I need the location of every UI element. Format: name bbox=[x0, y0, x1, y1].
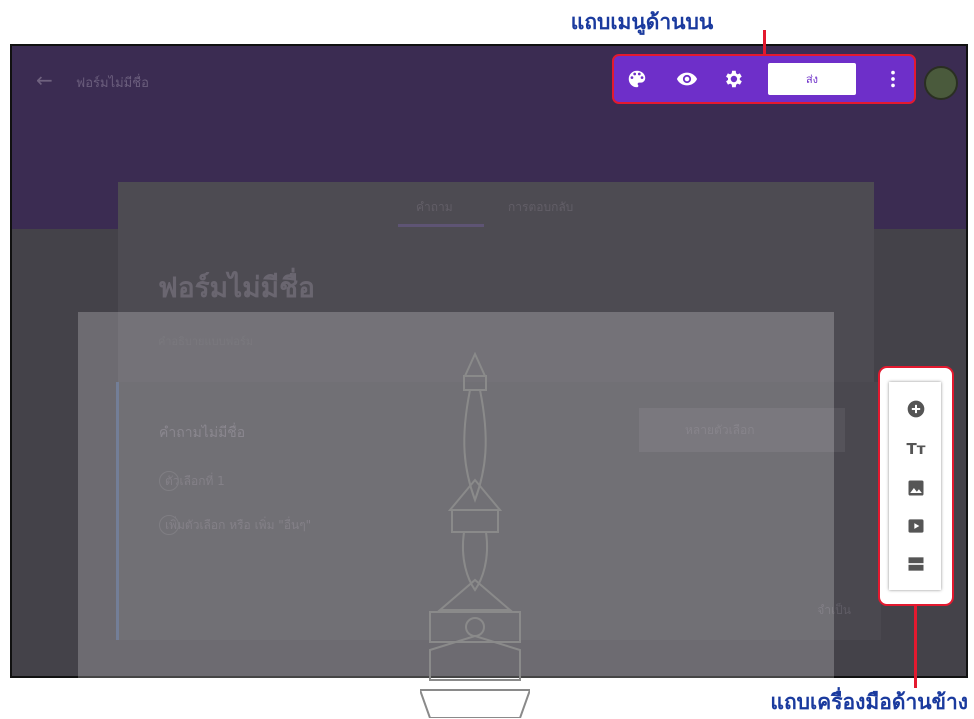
back-arrow-icon[interactable]: ← bbox=[36, 68, 53, 92]
form-title[interactable]: ฟอร์มไม่มีชื่อ bbox=[158, 266, 315, 310]
document-title[interactable]: ฟอร์มไม่มีชื่อ bbox=[76, 72, 149, 93]
add-video-icon[interactable] bbox=[905, 516, 927, 538]
side-toolbar-panel: Tт bbox=[889, 382, 941, 590]
side-toolbar: Tт bbox=[878, 366, 954, 606]
add-question-icon[interactable] bbox=[905, 399, 927, 421]
settings-icon[interactable] bbox=[722, 68, 744, 90]
side-toolbar-callout: แถบเครื่องมือด้านข้าง bbox=[770, 690, 968, 714]
preview-icon[interactable] bbox=[676, 68, 698, 90]
add-section-icon[interactable] bbox=[905, 554, 927, 576]
tab-responses[interactable]: การตอบกลับ bbox=[508, 198, 573, 217]
form-tabs: คำถาม การตอบกลับ bbox=[118, 182, 874, 228]
avatar[interactable] bbox=[924, 66, 958, 100]
more-vert-icon[interactable] bbox=[882, 68, 904, 90]
top-menu-bar: ส่ง bbox=[612, 54, 916, 104]
watermark-seal-icon bbox=[420, 351, 530, 718]
send-button[interactable]: ส่ง bbox=[768, 63, 856, 95]
active-tab-indicator bbox=[398, 224, 484, 227]
top-callout-leader bbox=[763, 30, 766, 54]
tab-questions[interactable]: คำถาม bbox=[416, 198, 453, 217]
palette-icon[interactable] bbox=[626, 68, 648, 90]
side-callout-leader bbox=[914, 606, 917, 688]
top-menu-callout: แถบเมนูด้านบน bbox=[570, 10, 714, 34]
add-title-icon[interactable]: Tт bbox=[905, 438, 927, 460]
add-image-icon[interactable] bbox=[905, 478, 927, 500]
